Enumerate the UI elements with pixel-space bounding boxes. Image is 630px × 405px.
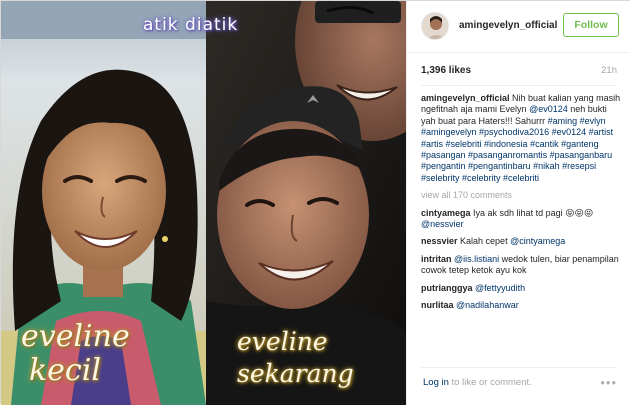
photo-caption-right-line2: sekarang [237, 359, 354, 388]
stats-divider [421, 85, 617, 86]
post-username[interactable]: amingevelyn_official [459, 20, 557, 31]
caption-username[interactable]: amingevelyn_official [421, 93, 510, 103]
comment-mention[interactable]: @nadilahanwar [456, 300, 519, 310]
login-prompt: Log in to like or comment. [423, 377, 532, 388]
post-header: amingevelyn_official Follow [407, 1, 630, 53]
more-options-icon[interactable]: ••• [600, 375, 617, 390]
photo-caption-right-line1: eveline [237, 327, 328, 356]
comment-item: cintyamega Iya ak sdh lihat td pagi 😝😝😝 … [421, 208, 623, 231]
post-side-panel: amingevelyn_official Follow 1,396 likes … [406, 1, 630, 404]
post-caption: amingevelyn_official Nih buat kalian yan… [421, 93, 623, 184]
comment-item: nurlitaa @nadilahanwar [421, 300, 623, 311]
comment-text: Iya ak sdh lihat td pagi 😝😝😝 [470, 207, 594, 218]
comment-username[interactable]: putrianggya [421, 283, 473, 293]
comment-mention[interactable]: @cintyamega [510, 236, 565, 246]
photo-caption-left-line1: eveline [21, 319, 130, 354]
comment-mention[interactable]: @iis.listiani [454, 254, 499, 264]
comment-item: nessvier Kalah cepet @cintyamega [421, 236, 623, 247]
login-prompt-text: to like or comment. [448, 377, 532, 388]
comment-username[interactable]: cintyamega [421, 208, 471, 218]
comment-list: amingevelyn_official Nih buat kalian yan… [421, 93, 623, 361]
comment-username[interactable]: intritan [421, 254, 452, 264]
post-stats: 1,396 likes 21h [421, 65, 617, 81]
comment-item: putrianggya @fettyyudith [421, 283, 623, 294]
follow-button[interactable]: Follow [563, 13, 619, 37]
comment-mention[interactable]: @nessvier [421, 219, 464, 229]
photo-caption-left-line2: kecil [29, 353, 101, 388]
post-footer: Log in to like or comment. ••• [421, 367, 617, 395]
comment-item: intritan @iis.listiani wedok tulen, biar… [421, 254, 623, 277]
post-photo[interactable]: atik diatik eveline kecil eveline sekara… [1, 1, 406, 405]
like-count[interactable]: 1,396 likes [421, 65, 471, 76]
comment-text: Kalah cepet [457, 236, 511, 247]
avatar-image [422, 13, 448, 39]
post-timestamp[interactable]: 21h [601, 65, 617, 76]
photo-overlay-title: atik diatik [143, 15, 239, 35]
instagram-post-embed: atik diatik eveline kecil eveline sekara… [0, 0, 630, 405]
view-all-comments-link[interactable]: view all 170 comments [421, 190, 623, 201]
profile-avatar-icon[interactable] [421, 12, 449, 40]
caption-mention[interactable]: @ev0124 [529, 104, 568, 114]
login-link[interactable]: Log in [423, 377, 449, 388]
comment-username[interactable]: nessvier [421, 236, 458, 246]
comment-mention[interactable]: @fettyyudith [475, 283, 525, 293]
comment-username[interactable]: nurlitaa [421, 300, 454, 310]
